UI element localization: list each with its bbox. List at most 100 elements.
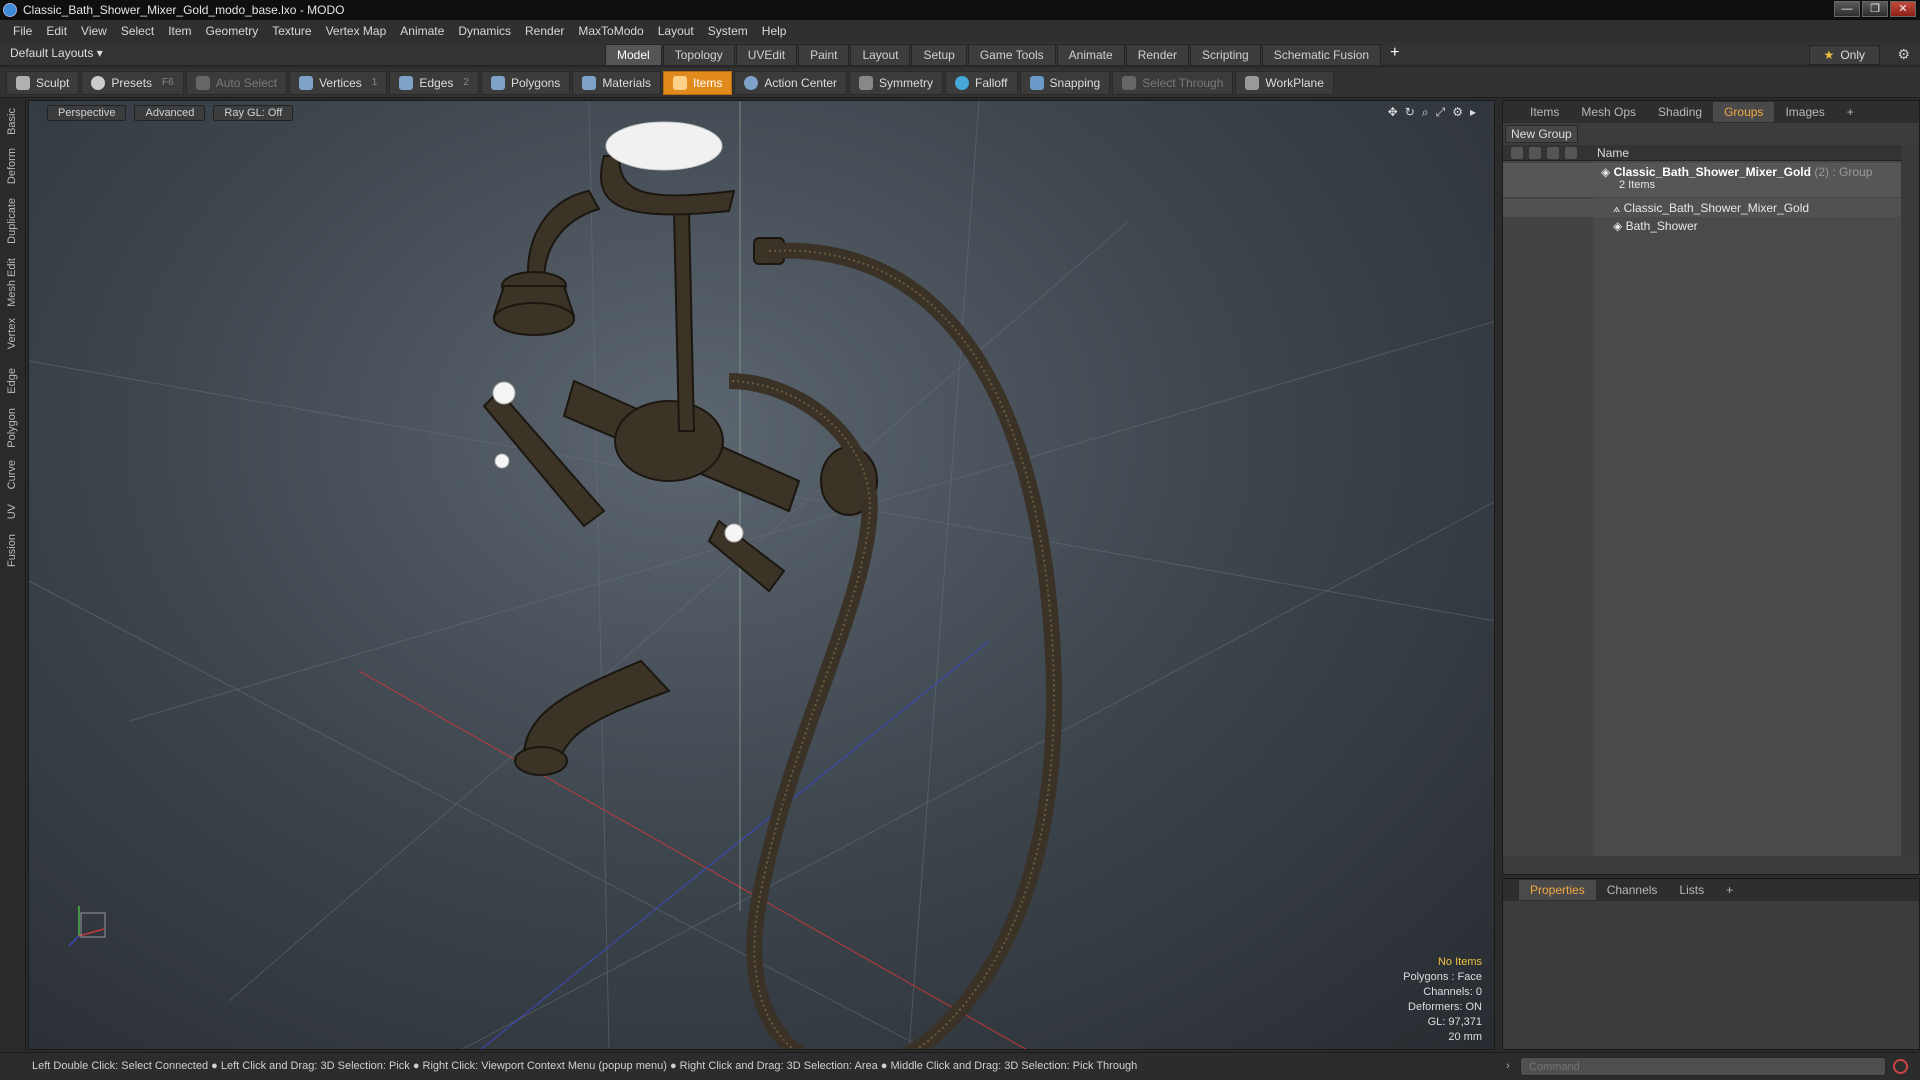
viewport-expand-icon[interactable]: ▸ [1470, 105, 1476, 120]
polygons-button[interactable]: Polygons [480, 70, 571, 95]
tab-images[interactable]: Images [1774, 102, 1835, 122]
tab-deform[interactable]: Deform [6, 148, 18, 184]
menu-vertex-map[interactable]: Vertex Map [319, 24, 394, 38]
vertices-button[interactable]: Vertices 1 [289, 70, 388, 95]
tab-groups[interactable]: Groups [1713, 102, 1775, 122]
action-center-button[interactable]: Action Center [734, 70, 848, 95]
tab-items[interactable]: Items [1519, 102, 1570, 122]
add-panel-tab-button[interactable]: + [1836, 102, 1865, 122]
menu-texture[interactable]: Texture [265, 24, 318, 38]
viewport-header: Perspective Advanced Ray GL: Off [29, 105, 294, 121]
tab-polygon[interactable]: Polygon [6, 408, 18, 448]
name-column-header: Name [1597, 145, 1630, 160]
list-item[interactable]: ◈ Bath_Shower [1613, 219, 1698, 233]
command-history-icon[interactable] [1893, 1059, 1908, 1074]
tab-lists[interactable]: Lists [1668, 880, 1715, 900]
maximize-button[interactable]: ❐ [1862, 1, 1888, 17]
minimize-button[interactable]: — [1834, 1, 1860, 17]
tab-render[interactable]: Render [1125, 44, 1190, 66]
add-properties-tab-button[interactable]: + [1715, 880, 1744, 900]
info-polygons: Polygons : Face [1403, 971, 1482, 983]
tab-curve[interactable]: Curve [6, 460, 18, 489]
edges-button[interactable]: Edges 2 [389, 70, 479, 95]
menu-edit[interactable]: Edit [39, 24, 74, 38]
new-group-button[interactable]: New Group [1505, 125, 1578, 143]
workplane-button[interactable]: WorkPlane [1235, 70, 1334, 95]
menu-maxtomodo[interactable]: MaxToModo [571, 24, 650, 38]
3d-viewport[interactable]: Perspective Advanced Ray GL: Off ✥ ↻ ⌕ ⤢… [28, 100, 1495, 1050]
tab-setup[interactable]: Setup [911, 44, 967, 66]
menu-dynamics[interactable]: Dynamics [451, 24, 518, 38]
tab-shading[interactable]: Shading [1647, 102, 1713, 122]
snapping-button[interactable]: Snapping [1019, 70, 1111, 95]
tab-game-tools[interactable]: Game Tools [967, 44, 1056, 66]
tab-edge[interactable]: Edge [6, 368, 18, 394]
tab-uvedit[interactable]: UVEdit [735, 44, 798, 66]
perspective-dropdown[interactable]: Perspective [47, 105, 127, 121]
lock-icon[interactable] [1547, 146, 1559, 159]
tab-duplicate[interactable]: Duplicate [6, 198, 18, 244]
tab-properties[interactable]: Properties [1519, 880, 1596, 900]
select-icon[interactable] [1565, 146, 1577, 159]
menu-file[interactable]: File [6, 24, 39, 38]
falloff-label: Falloff [975, 75, 1008, 90]
items-label: Items [693, 75, 723, 90]
tab-mesh-ops[interactable]: Mesh Ops [1570, 102, 1647, 122]
tab-scripting[interactable]: Scripting [1190, 44, 1261, 66]
materials-button[interactable]: Materials [572, 70, 661, 95]
tab-layout[interactable]: Layout [850, 44, 911, 66]
rotate-view-icon[interactable]: ↻ [1405, 105, 1415, 120]
zoom-view-icon[interactable]: ⌕ [1422, 105, 1429, 120]
tab-uv[interactable]: UV [6, 504, 18, 519]
tab-animate[interactable]: Animate [1056, 44, 1125, 66]
shower-hose [728, 242, 1062, 1049]
tab-channels[interactable]: Channels [1596, 880, 1669, 900]
tab-vertex[interactable]: Vertex [6, 318, 18, 349]
raygl-toggle[interactable]: Ray GL: Off [213, 105, 294, 121]
list-item[interactable]: ⟑ Classic_Bath_Shower_Mixer_Gold [1613, 201, 1809, 216]
move-view-icon[interactable]: ✥ [1388, 105, 1398, 120]
mesh-icon: ⟑ [1613, 201, 1624, 215]
groups-scrollbar[interactable] [1901, 145, 1919, 856]
brush-icon [16, 75, 30, 90]
render-icon[interactable] [1529, 146, 1541, 159]
tab-mesh-edit[interactable]: Mesh Edit [6, 258, 18, 307]
add-tab-button[interactable]: + [1382, 44, 1407, 66]
fit-view-icon[interactable]: ⤢ [1436, 105, 1446, 120]
tab-fusion[interactable]: Fusion [6, 534, 18, 567]
menu-select[interactable]: Select [114, 24, 161, 38]
item-name-bath-shower: Bath_Shower [1625, 219, 1698, 233]
select-through-label: Select Through [1142, 75, 1224, 90]
menu-animate[interactable]: Animate [393, 24, 451, 38]
group-row[interactable]: ◈ Classic_Bath_Shower_Mixer_Gold (2) : G… [1601, 165, 1872, 179]
tab-schematic-fusion[interactable]: Schematic Fusion [1261, 44, 1382, 66]
presets-button[interactable]: Presets F6 [81, 70, 184, 95]
select-through-button[interactable]: Select Through [1112, 70, 1234, 95]
menu-system[interactable]: System [701, 24, 755, 38]
eye-icon[interactable] [1511, 146, 1523, 159]
shading-advanced-dropdown[interactable]: Advanced [134, 105, 206, 121]
auto-select-icon [195, 75, 210, 90]
tab-paint[interactable]: Paint [798, 44, 850, 66]
layout-preset-dropdown[interactable]: Default Layouts ▾ [10, 46, 103, 60]
menu-layout[interactable]: Layout [651, 24, 701, 38]
menu-view[interactable]: View [74, 24, 114, 38]
menu-help[interactable]: Help [755, 24, 794, 38]
falloff-button[interactable]: Falloff [945, 70, 1018, 95]
window-title: Classic_Bath_Shower_Mixer_Gold_modo_base… [23, 3, 345, 17]
symmetry-button[interactable]: Symmetry [849, 70, 944, 95]
tab-basic[interactable]: Basic [6, 108, 18, 135]
menu-item[interactable]: Item [161, 24, 198, 38]
items-button[interactable]: Items [663, 70, 733, 95]
auto-select-button[interactable]: Auto Select [185, 70, 288, 95]
gear-icon[interactable]: ⚙ [1897, 46, 1910, 63]
menu-geometry[interactable]: Geometry [199, 24, 266, 38]
sculpt-button[interactable]: Sculpt [6, 70, 80, 95]
close-button[interactable]: ✕ [1890, 1, 1916, 17]
menu-render[interactable]: Render [518, 24, 571, 38]
tab-topology[interactable]: Topology [662, 44, 735, 66]
viewport-settings-icon[interactable]: ⚙ [1452, 105, 1463, 120]
tab-model[interactable]: Model [605, 44, 662, 66]
command-input[interactable] [1520, 1057, 1886, 1076]
only-toggle[interactable]: ★ Only [1808, 45, 1880, 65]
